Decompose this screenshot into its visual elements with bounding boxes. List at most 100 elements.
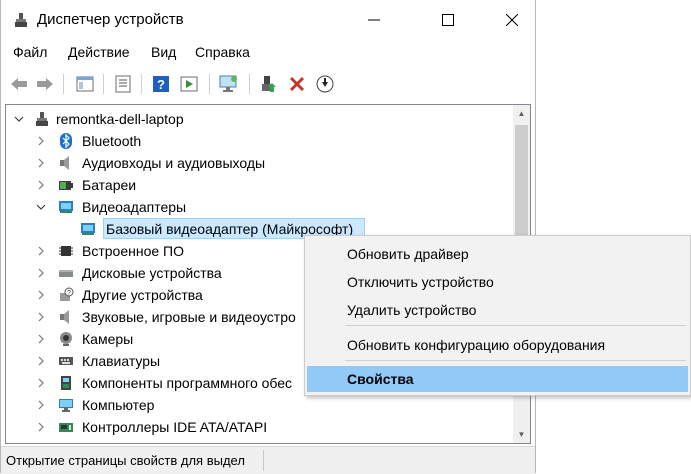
tree-item-label: Встроенное ПО <box>82 243 184 259</box>
tree-item-bluetooth[interactable]: Bluetooth <box>6 130 514 152</box>
title-bar[interactable]: Диспетчер устройств <box>1 0 535 40</box>
battery-icon <box>59 181 73 190</box>
tree-item-label: Дисковые устройства <box>82 265 222 281</box>
toolbar-separator <box>249 74 250 94</box>
device-manager-icon <box>15 13 27 27</box>
chevron-right-icon[interactable] <box>36 334 46 344</box>
tree-item-label: Видеоадаптеры <box>82 199 187 215</box>
back-arrow-icon <box>11 78 27 90</box>
remove-icon <box>289 76 305 92</box>
menu-item-scan-hardware[interactable]: Обновить конфигурацию оборудования <box>307 332 688 358</box>
toolbar: ? <box>1 66 535 102</box>
chevron-right-icon[interactable] <box>36 312 46 322</box>
menu-separator <box>345 360 686 361</box>
menu-view[interactable]: Вид <box>151 44 176 60</box>
menu-item-label: Отключить устройство <box>347 274 494 290</box>
chevron-down-icon[interactable] <box>14 114 24 124</box>
chevron-right-icon[interactable] <box>36 422 46 432</box>
computer-icon <box>59 399 73 412</box>
status-bar: Открытие страницы свойств для выдел <box>1 446 535 474</box>
chevron-right-icon[interactable] <box>36 158 46 168</box>
status-text: Открытие страницы свойств для выдел <box>6 453 245 468</box>
forward-arrow-icon <box>37 78 53 90</box>
menu-item-label: Обновить драйвер <box>347 246 469 262</box>
chevron-right-icon[interactable] <box>36 356 46 366</box>
forward-button[interactable] <box>33 72 57 96</box>
sound-icon <box>60 310 69 324</box>
help-button[interactable]: ? <box>149 72 173 96</box>
properties-icon <box>115 75 131 93</box>
tree-item-label: Клавиатуры <box>82 353 161 369</box>
tree-item-batteries[interactable]: Батареи <box>6 174 514 196</box>
chevron-down-icon[interactable] <box>36 202 46 212</box>
action-button[interactable] <box>177 72 201 96</box>
uninstall-button[interactable] <box>285 72 309 96</box>
tree-item-label: Bluetooth <box>82 133 142 149</box>
menu-file[interactable]: Файл <box>13 44 47 60</box>
menu-item-label: Свойства <box>347 371 414 387</box>
tree-item-label: Камеры <box>82 331 134 347</box>
console-tree-icon <box>76 76 94 92</box>
tree-item-audio-io[interactable]: Аудиовходы и аудиовыходы <box>6 152 514 174</box>
help-icon: ? <box>153 76 169 92</box>
tree-root[interactable]: remontka-dell-laptop <box>6 108 514 130</box>
chevron-right-icon[interactable] <box>36 246 46 256</box>
tree-item-label: Компоненты программного обес <box>82 375 293 391</box>
chevron-right-icon[interactable] <box>36 136 46 146</box>
menu-item-properties[interactable]: Свойства <box>307 366 688 392</box>
bluetooth-icon <box>60 133 72 149</box>
disable-device-button[interactable] <box>313 72 337 96</box>
tree-item-ide-controllers[interactable]: Контроллеры IDE ATA/ATAPI <box>6 416 514 438</box>
maximize-icon <box>442 14 454 26</box>
download-icon <box>316 75 334 93</box>
unknown-device-icon: ? <box>60 287 74 301</box>
tree-item-display-adapters[interactable]: Видеоадаптеры <box>6 196 514 218</box>
menu-action[interactable]: Действие <box>68 44 130 60</box>
speaker-icon <box>60 156 69 170</box>
maximize-button[interactable] <box>425 0 471 40</box>
tree-item-label: Компьютер <box>82 397 155 413</box>
svg-text:?: ? <box>67 290 71 297</box>
chevron-right-icon[interactable] <box>36 268 46 278</box>
chevron-right-icon[interactable] <box>36 290 46 300</box>
tree-item-label: Контроллеры IDE ATA/ATAPI <box>82 419 268 435</box>
context-menu: Обновить драйвер Отключить устройство Уд… <box>304 235 691 396</box>
menu-item-update-driver[interactable]: Обновить драйвер <box>307 241 688 267</box>
console-tree-button[interactable] <box>73 72 97 96</box>
software-component-icon <box>61 376 71 390</box>
menu-item-label: Обновить конфигурацию оборудования <box>347 337 606 353</box>
scroll-up-arrow-icon[interactable]: ▲ <box>513 105 530 122</box>
tree-item-label: Другие устройства <box>82 287 203 303</box>
disk-icon <box>59 270 73 277</box>
chevron-right-icon[interactable] <box>36 180 46 190</box>
window-title: Диспетчер устройств <box>37 11 184 28</box>
update-driver-icon <box>262 76 276 92</box>
computer-root-icon <box>36 112 48 126</box>
update-driver-button[interactable] <box>257 72 281 96</box>
chevron-right-icon[interactable] <box>36 378 46 388</box>
ide-controller-icon <box>59 423 73 432</box>
toolbar-separator <box>141 74 142 94</box>
tree-item-label: Аудиовходы и аудиовыходы <box>82 155 266 171</box>
menu-help[interactable]: Справка <box>195 44 250 60</box>
tree-item-label: Батареи <box>82 177 137 193</box>
back-button[interactable] <box>7 72 31 96</box>
chevron-right-icon[interactable] <box>36 400 46 410</box>
menu-item-label: Удалить устройство <box>347 302 477 318</box>
firmware-icon <box>59 246 73 256</box>
minimize-button[interactable] <box>351 0 397 40</box>
display-adapter-icon <box>59 201 73 213</box>
monitor-scan-icon <box>219 75 237 92</box>
menu-item-disable-device[interactable]: Отключить устройство <box>307 269 688 295</box>
scan-hardware-button[interactable] <box>217 72 241 96</box>
tree-item-computer[interactable]: Компьютер <box>6 394 514 416</box>
properties-button[interactable] <box>111 72 135 96</box>
camera-icon <box>60 332 72 346</box>
run-icon <box>180 76 198 92</box>
close-button[interactable] <box>489 0 535 40</box>
scroll-down-arrow-icon[interactable]: ▼ <box>513 426 530 443</box>
menu-bar: Файл Действие Вид Справка <box>1 40 535 66</box>
toolbar-separator <box>209 74 210 94</box>
display-adapter-icon <box>81 223 95 235</box>
menu-item-uninstall-device[interactable]: Удалить устройство <box>307 297 688 323</box>
